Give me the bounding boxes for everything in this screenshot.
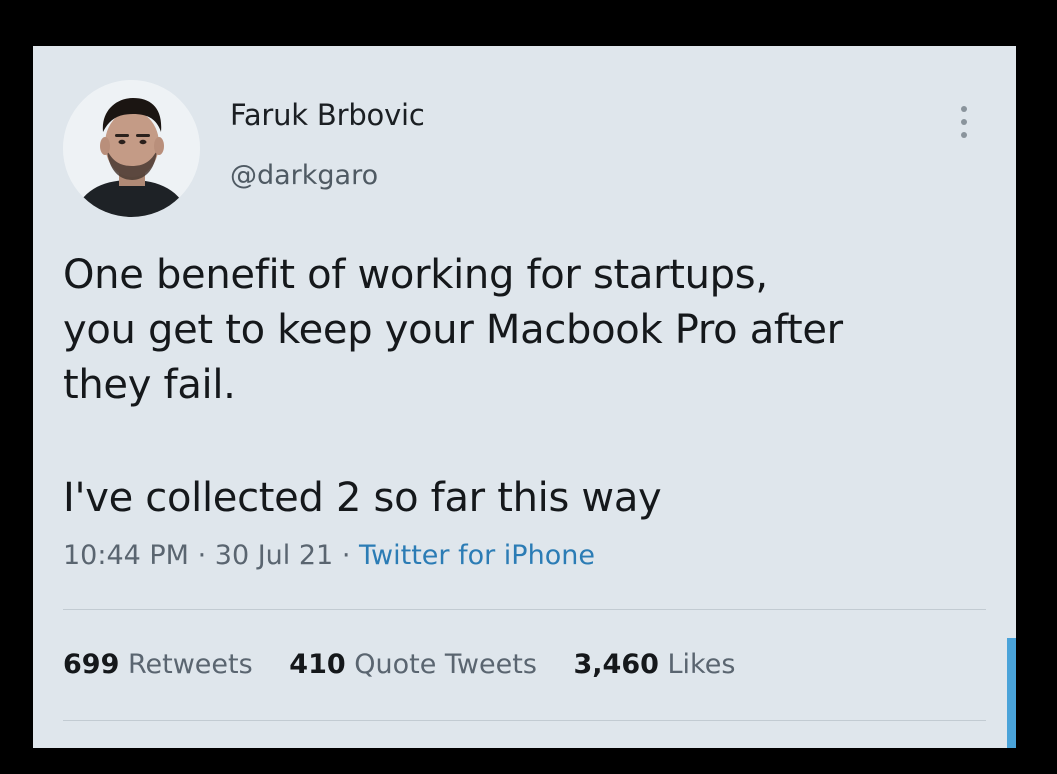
tweet-card: Faruk Brbovic @darkgaro One benefit of w… [33,46,1016,748]
tweet-source-link[interactable]: Twitter for iPhone [359,540,595,571]
more-dot [961,119,967,125]
display-name[interactable]: Faruk Brbovic [230,98,425,132]
tweet-time[interactable]: 10:44 PM [63,540,189,571]
quote-tweets-count: 410 [289,649,346,680]
avatar-portrait [63,80,200,217]
likes-stat[interactable]: 3,460 Likes [574,649,736,680]
tweet-text-line: they fail. [63,362,236,408]
more-dot [961,106,967,112]
more-vertical-icon[interactable] [953,104,975,140]
tweet-text-second-paragraph: I've collected 2 so far this way [63,475,662,521]
divider [63,720,986,721]
retweets-stat[interactable]: 699 Retweets [63,649,261,680]
meta-separator: · [341,540,351,571]
retweets-count: 699 [63,649,120,680]
retweets-label: Retweets [127,649,253,680]
tweet-meta: 10:44 PM · 30 Jul 21 · Twitter for iPhon… [63,540,595,571]
quote-tweets-label: Quote Tweets [354,649,537,680]
tweet-stats: 699 Retweets 410 Quote Tweets 3,460 Like… [63,649,763,680]
more-dot [961,132,967,138]
tweet-date[interactable]: 30 Jul 21 [215,540,333,571]
likes-count: 3,460 [573,649,659,680]
scrollbar-accent[interactable] [1007,638,1016,748]
divider [63,609,986,610]
tweet-text: One benefit of working for startups, you… [63,248,963,413]
quote-tweets-stat[interactable]: 410 Quote Tweets [289,649,545,680]
avatar[interactable] [63,80,200,217]
tweet-text-line: One benefit of working for startups, [63,252,768,298]
user-handle[interactable]: @darkgaro [230,160,378,191]
meta-separator: · [197,540,207,571]
likes-label: Likes [667,649,736,680]
tweet-text-line: you get to keep your Macbook Pro after [63,307,843,353]
